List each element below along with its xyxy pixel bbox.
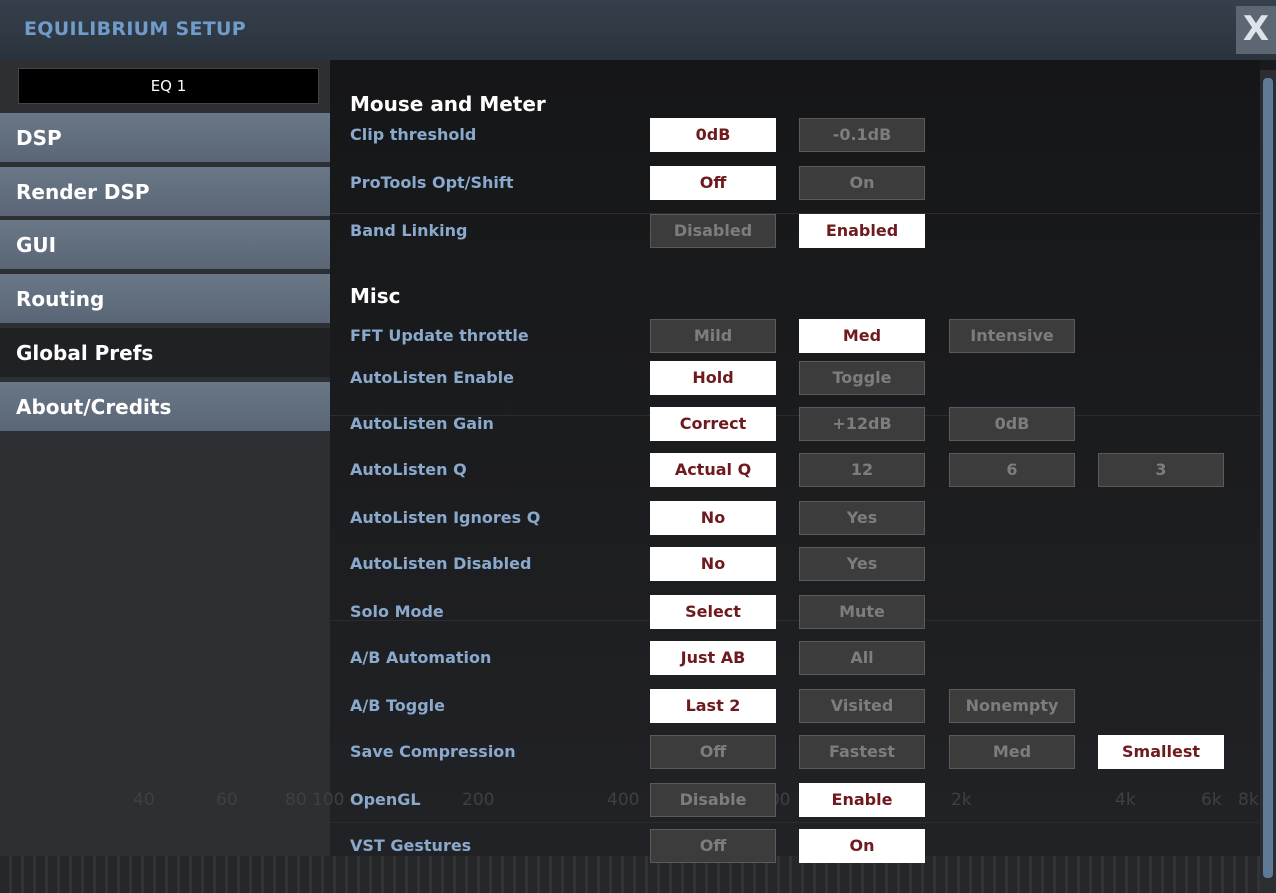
solo-mode-option-button[interactable]: Mute: [799, 595, 925, 629]
freq-label: 400: [607, 790, 640, 810]
a-b-toggle-option-button[interactable]: Last 2: [650, 689, 776, 723]
autolisten-gain-option-button[interactable]: +12dB: [799, 407, 925, 441]
autolisten-disabled-option-button[interactable]: No: [650, 547, 776, 581]
scrollbar-thumb[interactable]: [1263, 78, 1273, 878]
sidebar-item-routing[interactable]: Routing: [0, 274, 330, 325]
setting-label-fft-update-throttle: FFT Update throttle: [350, 326, 529, 345]
a-b-toggle-option-button[interactable]: Nonempty: [949, 689, 1075, 723]
section-heading-misc: Misc: [350, 284, 401, 308]
sidebar-item-dsp[interactable]: DSP: [0, 113, 330, 164]
autolisten-q-option-button[interactable]: 12: [799, 453, 925, 487]
fft-update-throttle-option-button[interactable]: Mild: [650, 319, 776, 353]
freq-label: 8k: [1238, 790, 1259, 810]
save-compression-option-button[interactable]: Smallest: [1098, 735, 1224, 769]
freq-label: 2k: [951, 790, 972, 810]
close-button[interactable]: X: [1236, 6, 1276, 54]
grid-line: [330, 213, 1260, 214]
setting-label-a-b-automation: A/B Automation: [350, 648, 492, 667]
freq-label: 4k: [1115, 790, 1136, 810]
vst-gestures-option-button[interactable]: Off: [650, 829, 776, 863]
setting-label-protools-opt-shift: ProTools Opt/Shift: [350, 173, 514, 192]
sidebar-item-about-credits[interactable]: About/Credits: [0, 382, 330, 433]
a-b-automation-option-button[interactable]: Just AB: [650, 641, 776, 675]
setting-label-autolisten-disabled: AutoListen Disabled: [350, 554, 532, 573]
protools-opt-shift-option-button[interactable]: On: [799, 166, 925, 200]
autolisten-gain-option-button[interactable]: 0dB: [949, 407, 1075, 441]
a-b-toggle-option-button[interactable]: Visited: [799, 689, 925, 723]
freq-label: 6k: [1201, 790, 1222, 810]
setting-label-autolisten-enable: AutoListen Enable: [350, 368, 514, 387]
protools-opt-shift-option-button[interactable]: Off: [650, 166, 776, 200]
grid-line: [330, 620, 1260, 621]
grid-line: [330, 822, 1260, 823]
sidebar-item-global-prefs[interactable]: Global Prefs: [0, 328, 330, 379]
setting-label-autolisten-q: AutoListen Q: [350, 460, 467, 479]
clip-threshold-option-button[interactable]: -0.1dB: [799, 118, 925, 152]
setting-label-band-linking: Band Linking: [350, 221, 468, 240]
sidebar: EQ 1 DSP Render DSP GUI Routing Global P…: [0, 60, 330, 893]
save-compression-option-button[interactable]: Fastest: [799, 735, 925, 769]
save-compression-option-button[interactable]: Off: [650, 735, 776, 769]
autolisten-ignores-q-option-button[interactable]: No: [650, 501, 776, 535]
vst-gestures-option-button[interactable]: On: [799, 829, 925, 863]
freq-label: 100: [312, 790, 345, 810]
setting-label-a-b-toggle: A/B Toggle: [350, 696, 446, 715]
opengl-option-button[interactable]: Disable: [650, 783, 776, 817]
setting-label-vst-gestures: VST Gestures: [350, 836, 472, 855]
band-linking-option-button[interactable]: Enabled: [799, 214, 925, 248]
autolisten-enable-option-button[interactable]: Toggle: [799, 361, 925, 395]
scrollbar[interactable]: [1260, 70, 1276, 893]
autolisten-q-option-button[interactable]: Actual Q: [650, 453, 776, 487]
setting-label-autolisten-gain: AutoListen Gain: [350, 414, 494, 433]
preset-name[interactable]: EQ 1: [18, 68, 319, 104]
solo-mode-option-button[interactable]: Select: [650, 595, 776, 629]
window-title: EQUILIBRIUM SETUP: [24, 18, 247, 40]
sidebar-item-render-dsp[interactable]: Render DSP: [0, 167, 330, 218]
autolisten-enable-option-button[interactable]: Hold: [650, 361, 776, 395]
clip-threshold-option-button[interactable]: 0dB: [650, 118, 776, 152]
autolisten-q-option-button[interactable]: 3: [1098, 453, 1224, 487]
section-heading-mouse-and-meter: Mouse and Meter: [350, 92, 546, 116]
fft-update-throttle-option-button[interactable]: Med: [799, 319, 925, 353]
band-linking-option-button[interactable]: Disabled: [650, 214, 776, 248]
title-bar: EQUILIBRIUM SETUP X: [0, 0, 1276, 60]
opengl-option-button[interactable]: Enable: [799, 783, 925, 817]
save-compression-option-button[interactable]: Med: [949, 735, 1075, 769]
autolisten-gain-option-button[interactable]: Correct: [650, 407, 776, 441]
freq-label: 60: [216, 790, 238, 810]
freq-label: 80: [285, 790, 307, 810]
setting-label-save-compression: Save Compression: [350, 742, 516, 761]
frequency-scale: 40 60 80 100 200 400 600 2k 4k 6k 8k: [0, 790, 1276, 820]
setting-label-opengl: OpenGL: [350, 790, 421, 809]
setting-label-autolisten-ignores-q: AutoListen Ignores Q: [350, 508, 541, 527]
fft-update-throttle-option-button[interactable]: Intensive: [949, 319, 1075, 353]
autolisten-ignores-q-option-button[interactable]: Yes: [799, 501, 925, 535]
freq-label: 40: [133, 790, 155, 810]
freq-label: 200: [462, 790, 495, 810]
setting-label-solo-mode: Solo Mode: [350, 602, 444, 621]
autolisten-disabled-option-button[interactable]: Yes: [799, 547, 925, 581]
setting-label-clip-threshold: Clip threshold: [350, 125, 477, 144]
a-b-automation-option-button[interactable]: All: [799, 641, 925, 675]
spectrum-bars: [0, 856, 1260, 893]
sidebar-item-gui[interactable]: GUI: [0, 220, 330, 271]
autolisten-q-option-button[interactable]: 6: [949, 453, 1075, 487]
